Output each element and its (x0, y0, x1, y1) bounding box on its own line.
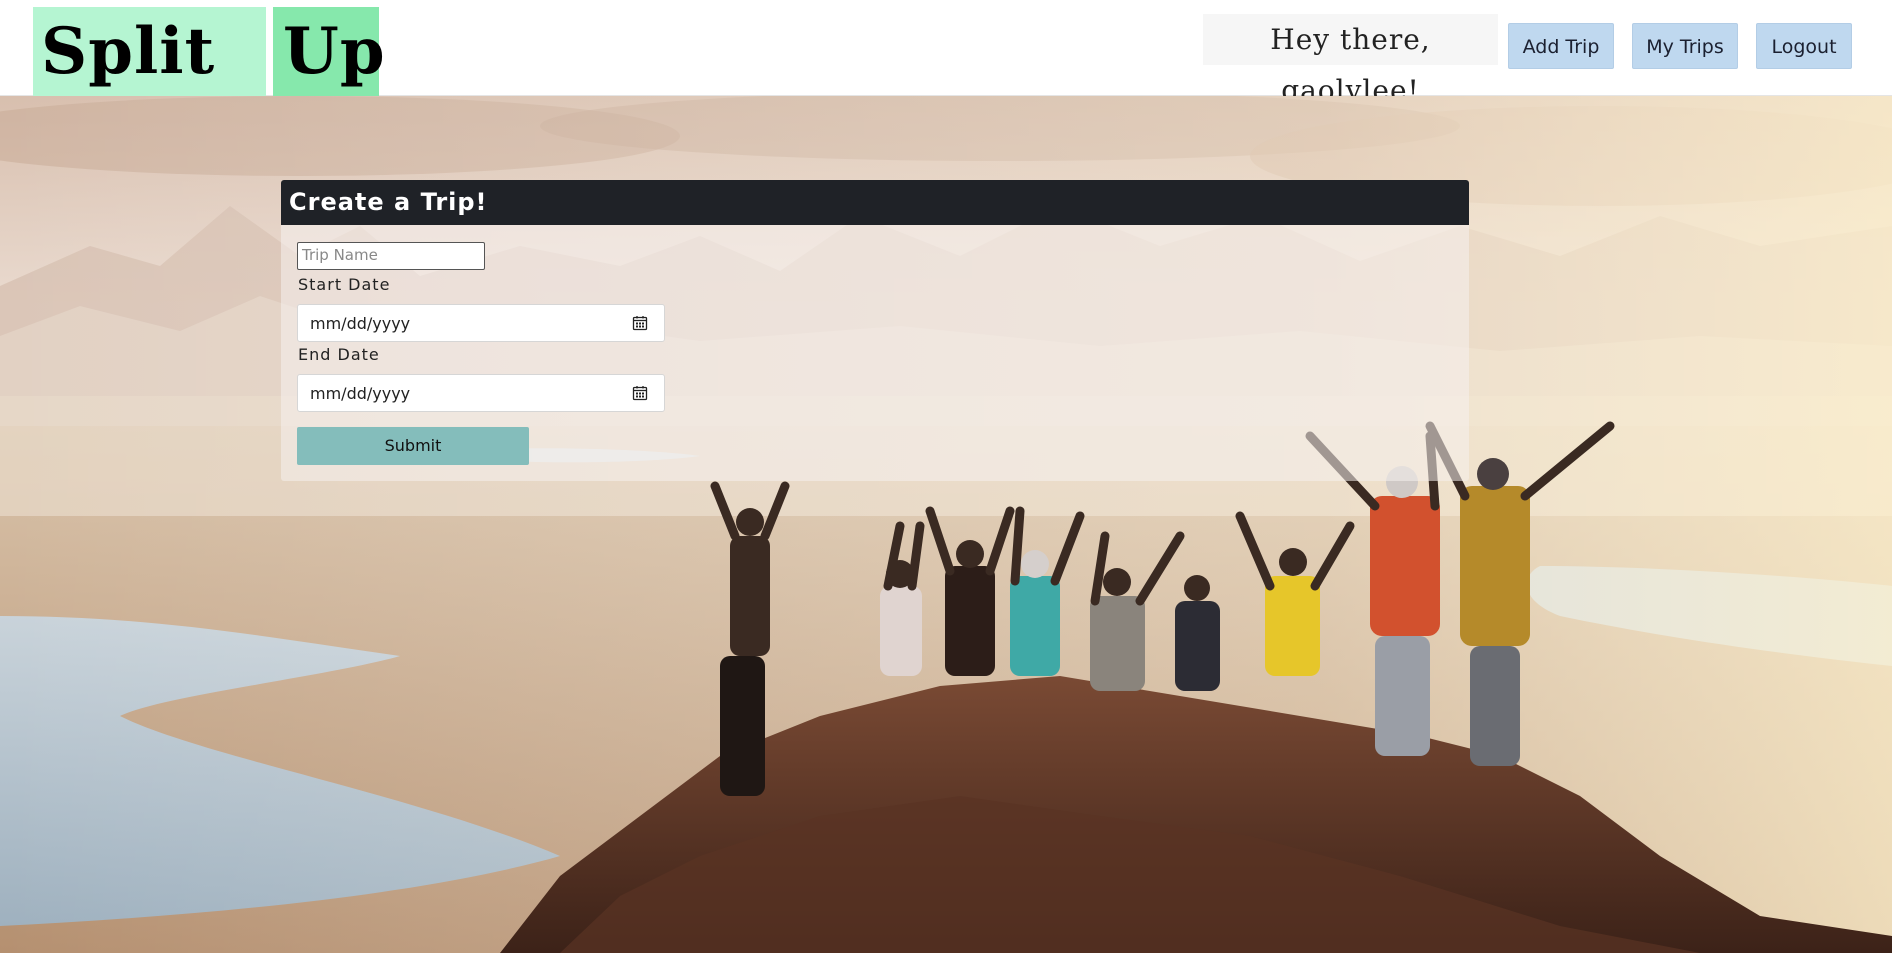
trip-name-input[interactable]: Trip Name (297, 242, 485, 270)
submit-button[interactable]: Submit (297, 427, 529, 465)
add-trip-button[interactable]: Add Trip (1508, 23, 1614, 69)
card-title: Create a Trip! (281, 180, 1469, 225)
calendar-icon[interactable] (632, 385, 648, 401)
end-date-input[interactable]: mm/dd/yyyy (297, 374, 665, 412)
create-trip-card: Create a Trip! Trip Name Start Date mm/d… (281, 180, 1469, 481)
user-greeting: Hey there, gaolylee! (1203, 14, 1498, 107)
top-nav-bar: Split It Up Hey there, gaolylee! Add Tri… (0, 0, 1892, 178)
logo-text-split-it[interactable]: Split It (33, 7, 266, 178)
logout-button[interactable]: Logout (1756, 23, 1852, 69)
start-date-input[interactable]: mm/dd/yyyy (297, 304, 665, 342)
calendar-icon[interactable] (632, 315, 648, 331)
start-date-label: Start Date (298, 275, 391, 294)
end-date-label: End Date (298, 345, 380, 364)
end-date-value: mm/dd/yyyy (310, 384, 411, 403)
logo-text-up[interactable]: Up (273, 7, 385, 96)
start-date-value: mm/dd/yyyy (310, 314, 411, 333)
my-trips-button[interactable]: My Trips (1632, 23, 1738, 69)
